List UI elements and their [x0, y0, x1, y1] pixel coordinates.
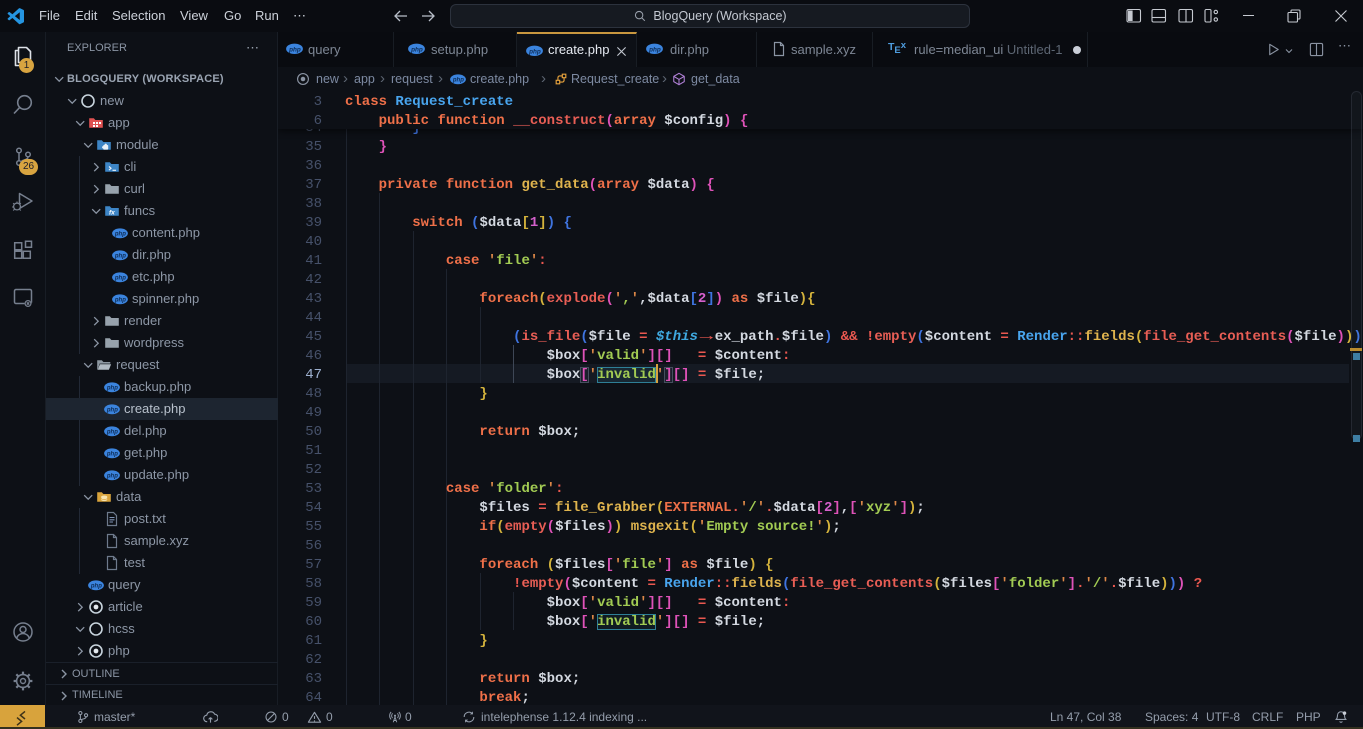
svg-text:php: php [114, 232, 126, 238]
svg-text:php: php [452, 78, 464, 84]
svg-text:php: php [410, 46, 423, 53]
svg-text:php: php [648, 46, 661, 53]
svg-text:php: php [90, 584, 102, 590]
svg-text:php: php [106, 386, 118, 392]
svg-text:php: php [106, 430, 118, 436]
svg-text:php: php [528, 48, 541, 55]
svg-text:php: php [106, 408, 118, 414]
svg-text:php: php [288, 46, 301, 53]
svg-text:php: php [106, 474, 118, 480]
svg-text:fx: fx [109, 210, 115, 217]
svg-text:php: php [114, 254, 126, 260]
svg-text:php: php [106, 452, 118, 458]
svg-text:php: php [114, 298, 126, 304]
svg-text:php: php [114, 276, 126, 282]
